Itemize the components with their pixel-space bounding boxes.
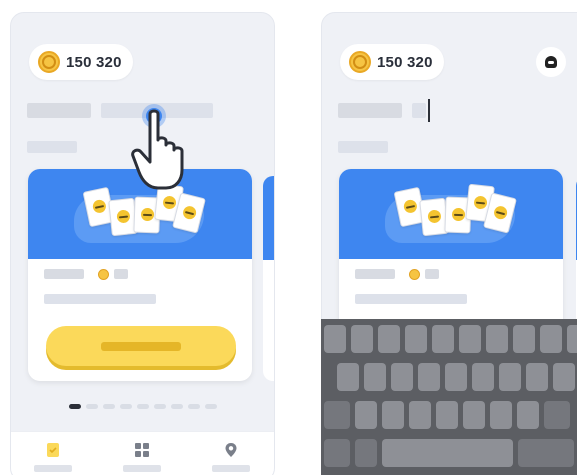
key[interactable]	[405, 325, 427, 353]
pager-dot[interactable]	[69, 404, 81, 409]
key[interactable]	[459, 325, 481, 353]
key[interactable]	[432, 325, 454, 353]
coin-balance: 150 320	[377, 53, 433, 71]
space-key[interactable]	[382, 439, 513, 467]
coin-balance-pill[interactable]: 150 320	[29, 44, 133, 80]
pager-dot[interactable]	[188, 404, 200, 409]
bottom-tab-bar	[11, 431, 274, 475]
subtitle-placeholder	[338, 141, 388, 153]
pager-dot[interactable]	[86, 404, 98, 409]
key[interactable]	[513, 325, 535, 353]
key[interactable]	[378, 325, 400, 353]
grid-tab-icon	[135, 443, 149, 457]
profile-icon	[545, 56, 557, 68]
pager-dot[interactable]	[103, 404, 115, 409]
pager-dot[interactable]	[137, 404, 149, 409]
tab-label-placeholder	[123, 465, 161, 472]
title-placeholder	[27, 103, 91, 118]
key[interactable]	[391, 363, 413, 391]
tab-cards[interactable]	[33, 442, 73, 475]
key[interactable]	[364, 363, 386, 391]
key[interactable]	[490, 401, 512, 429]
delete-key[interactable]	[544, 401, 570, 429]
key[interactable]	[382, 401, 404, 429]
pager-dots[interactable]	[69, 404, 217, 409]
pager-dot[interactable]	[154, 404, 166, 409]
coin-icon	[349, 51, 371, 73]
card-banner	[339, 169, 563, 259]
start-button[interactable]	[46, 326, 236, 366]
shift-key[interactable]	[324, 401, 350, 429]
key[interactable]	[472, 363, 494, 391]
key[interactable]	[553, 363, 575, 391]
text-cursor	[428, 99, 430, 122]
title-placeholder	[338, 103, 402, 118]
card-count-placeholder	[425, 269, 439, 279]
keyboard[interactable]	[321, 319, 577, 475]
key[interactable]	[355, 401, 377, 429]
pager-dot[interactable]	[205, 404, 217, 409]
card-meta-placeholder	[355, 269, 395, 279]
card-title-placeholder	[355, 294, 467, 304]
key[interactable]	[486, 325, 508, 353]
key[interactable]	[337, 363, 359, 391]
tab-label-placeholder	[34, 465, 72, 472]
tab-location[interactable]	[211, 442, 251, 475]
key[interactable]	[517, 401, 539, 429]
card-count-placeholder	[114, 269, 128, 279]
subtitle-placeholder	[27, 141, 77, 153]
card-meta-placeholder	[44, 269, 84, 279]
emoji-key[interactable]	[355, 439, 377, 467]
onboarding-illustration: 150 320 150 320	[0, 0, 577, 475]
key[interactable]	[436, 401, 458, 429]
pager-dot[interactable]	[171, 404, 183, 409]
key[interactable]	[499, 363, 521, 391]
tab-grid[interactable]	[122, 442, 162, 475]
small-coin-icon	[98, 269, 109, 280]
key[interactable]	[567, 325, 577, 353]
key[interactable]	[418, 363, 440, 391]
pager-dot[interactable]	[120, 404, 132, 409]
key[interactable]	[409, 401, 431, 429]
phone-left: 150 320	[10, 12, 275, 475]
coin-balance-pill[interactable]: 150 320	[340, 44, 444, 80]
name-field-placeholder[interactable]	[412, 103, 426, 118]
coin-balance: 150 320	[66, 53, 122, 71]
key[interactable]	[351, 325, 373, 353]
next-card-peek[interactable]	[263, 176, 274, 381]
key[interactable]	[324, 325, 346, 353]
return-key[interactable]	[518, 439, 574, 467]
key[interactable]	[540, 325, 562, 353]
tab-label-placeholder	[212, 465, 250, 472]
key[interactable]	[463, 401, 485, 429]
location-pin-icon	[225, 443, 237, 457]
coin-icon	[38, 51, 60, 73]
cards-tab-icon	[47, 443, 59, 457]
small-coin-icon	[409, 269, 420, 280]
key[interactable]	[526, 363, 548, 391]
profile-button[interactable]	[536, 47, 566, 77]
key[interactable]	[445, 363, 467, 391]
card-title-placeholder	[44, 294, 156, 304]
numbers-key[interactable]	[324, 439, 350, 467]
start-button-label-placeholder	[101, 341, 181, 351]
hand-pointer-icon	[131, 104, 184, 190]
